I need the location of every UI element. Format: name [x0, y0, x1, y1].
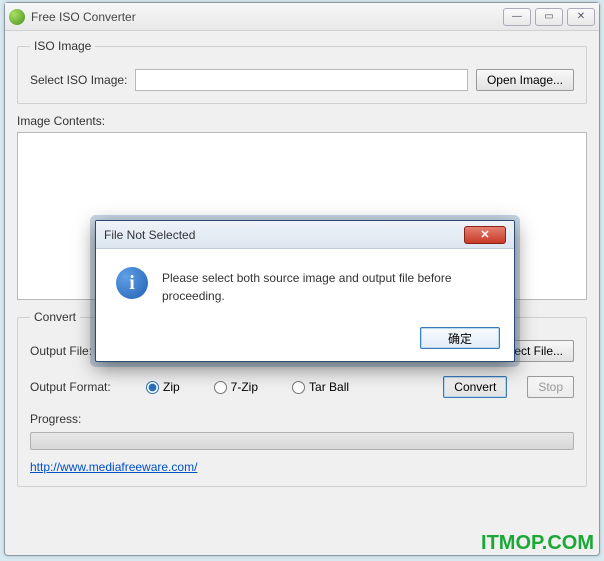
convert-button[interactable]: Convert — [443, 376, 507, 398]
radio-tarball[interactable]: Tar Ball — [292, 380, 349, 394]
close-button[interactable]: ✕ — [567, 8, 595, 26]
select-iso-label: Select ISO Image: — [30, 73, 127, 87]
dialog-footer: 确定 — [96, 319, 514, 361]
iso-image-group: ISO Image Select ISO Image: Open Image..… — [17, 39, 587, 104]
iso-path-input[interactable] — [135, 69, 468, 91]
radio-zip-input[interactable] — [146, 381, 159, 394]
output-format-label: Output Format: — [30, 380, 126, 394]
open-image-button[interactable]: Open Image... — [476, 69, 574, 91]
website-link[interactable]: http://www.mediafreeware.com/ — [30, 460, 197, 474]
radio-zip-label: Zip — [163, 380, 180, 394]
radio-7zip[interactable]: 7-Zip — [214, 380, 258, 394]
dialog-ok-button[interactable]: 确定 — [420, 327, 500, 349]
app-icon — [9, 9, 25, 25]
window-title: Free ISO Converter — [31, 10, 503, 24]
titlebar: Free ISO Converter — ▭ ✕ — [5, 3, 599, 31]
radio-zip[interactable]: Zip — [146, 380, 180, 394]
dialog-close-button[interactable]: ✕ — [464, 226, 506, 244]
radio-7zip-input[interactable] — [214, 381, 227, 394]
dialog-titlebar: File Not Selected ✕ — [96, 221, 514, 249]
info-icon: i — [116, 267, 148, 299]
format-radio-group: Zip 7-Zip Tar Ball — [146, 380, 423, 394]
watermark: ITMOP.COM — [481, 532, 594, 555]
dialog-body: i Please select both source image and ou… — [96, 249, 514, 319]
radio-tarball-input[interactable] — [292, 381, 305, 394]
progress-bar — [30, 432, 574, 450]
progress-label: Progress: — [30, 412, 574, 426]
stop-button[interactable]: Stop — [527, 376, 574, 398]
convert-legend: Convert — [30, 310, 80, 324]
alert-dialog: File Not Selected ✕ i Please select both… — [95, 220, 515, 362]
iso-legend: ISO Image — [30, 39, 95, 53]
radio-tarball-label: Tar Ball — [309, 380, 349, 394]
image-contents-label: Image Contents: — [17, 114, 587, 128]
window-controls: — ▭ ✕ — [503, 8, 595, 26]
maximize-button[interactable]: ▭ — [535, 8, 563, 26]
dialog-message: Please select both source image and outp… — [162, 267, 494, 305]
radio-7zip-label: 7-Zip — [231, 380, 258, 394]
minimize-button[interactable]: — — [503, 8, 531, 26]
dialog-title: File Not Selected — [104, 228, 464, 242]
